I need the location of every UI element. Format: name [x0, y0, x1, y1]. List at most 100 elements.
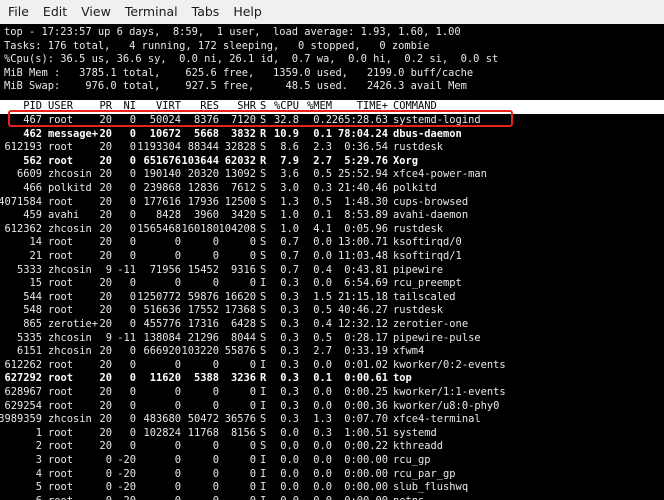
cell-shr: 32828 — [224, 141, 256, 154]
cell-shr: 7612 — [230, 182, 256, 194]
cell-res: 5388 — [193, 372, 219, 385]
cell-pid: 5333 — [16, 263, 42, 276]
cell-cmd: xfce4-power-man — [393, 168, 487, 181]
cell-mem: 0.5 — [313, 304, 332, 317]
cell-s: R — [260, 127, 267, 140]
cell-pid: 629254 — [4, 399, 42, 412]
cell-cpu: 0.3 — [280, 399, 299, 412]
cell-mem: 0.1 — [313, 372, 332, 385]
cell-ni: 0 — [129, 440, 136, 453]
cell-time: 0:00.00 — [344, 481, 388, 494]
cell-ni: -20 — [117, 454, 136, 466]
process-row: 865 zerotie+ 20 0 455776 17316 6428 S 0.3 0.4 12:3… — [0, 318, 664, 332]
cell-time: 0:00.00 — [344, 495, 388, 500]
cell-pid: 467 — [23, 114, 42, 126]
cell-mem: 1.5 — [313, 290, 332, 303]
cell-virt: 0 — [174, 467, 181, 480]
cell-user: root — [48, 495, 73, 500]
cell-user: root — [48, 481, 74, 494]
cell-ni: 0 — [129, 182, 136, 194]
cell-user: message+ — [48, 127, 99, 140]
terminal-output[interactable]: top - 17:23:57 up 6 days, 8:59, 1 user, … — [0, 24, 664, 500]
cell-cmd: rcu_preempt — [393, 277, 462, 290]
cell-ni: -11 — [117, 263, 136, 276]
cell-shr: 8156 — [230, 426, 256, 439]
menu-tabs[interactable]: Tabs — [185, 0, 227, 24]
cell-shr: 3420 — [230, 209, 256, 222]
cell-user: root — [48, 154, 74, 167]
cell-s: S — [260, 345, 267, 358]
menu-help[interactable]: Help — [226, 0, 269, 24]
cell-pr: 20 — [99, 236, 112, 249]
cell-pid: 6151 — [16, 345, 42, 358]
cell-mem: 0.0 — [313, 250, 332, 262]
menu-file[interactable]: File — [0, 0, 36, 24]
cell-res: 0 — [212, 440, 219, 453]
cell-pid: 3989359 — [0, 413, 42, 426]
cell-mem: 0.0 — [313, 481, 332, 494]
column-header-command: COMMAND — [393, 100, 437, 112]
cell-cmd: ksoftirqd/1 — [393, 250, 462, 262]
column-header-cpu: %CPU — [273, 100, 299, 112]
cell-cpu: 1.0 — [280, 209, 299, 222]
cell-pid: 865 — [23, 318, 42, 330]
cell-res: 20320 — [187, 168, 219, 181]
cell-cmd: slub_flushwq — [393, 481, 469, 494]
cell-cmd: pipewire-pulse — [393, 331, 481, 344]
cell-cpu: 0.3 — [280, 331, 299, 344]
cell-res: 21296 — [187, 331, 219, 344]
cell-pid: 459 — [23, 209, 42, 222]
cell-shr: 9316 — [230, 263, 256, 276]
cell-time: 265:28.63 — [331, 114, 388, 126]
cell-time: 0:43.81 — [344, 263, 388, 276]
cell-shr: 62032 — [224, 154, 256, 167]
cell-cmd: kthreadd — [393, 440, 444, 453]
cell-cpu: 0.0 — [280, 467, 299, 480]
cell-cmd: Xorg — [393, 154, 419, 167]
column-header-user: USER — [48, 100, 74, 112]
cell-res: 103644 — [181, 154, 219, 167]
cell-ni: 0 — [129, 236, 136, 249]
cell-pid: 5335 — [16, 331, 42, 344]
cell-pid: 612193 — [4, 141, 42, 154]
cell-pid: 627292 — [4, 372, 42, 385]
menu-view[interactable]: View — [74, 0, 118, 24]
menu-terminal[interactable]: Terminal — [118, 0, 185, 24]
cell-shr: 55876 — [224, 345, 256, 358]
cell-s: I — [260, 399, 267, 412]
cell-virt: 10672 — [149, 127, 181, 140]
process-row: 1 root 20 0 102824 11768 8156 S 0.0 0.3 1:00.51 sys… — [0, 427, 664, 441]
cell-cmd: tailscaled — [393, 290, 456, 303]
cell-cpu: 3.0 — [280, 182, 299, 194]
cell-mem: 0.0 — [313, 454, 332, 466]
cell-cpu: 0.0 — [280, 426, 299, 439]
process-row: 4071584 root 20 0 177616 17936 12500 S 1.3 0.5 1:4… — [0, 196, 664, 210]
menu-edit[interactable]: Edit — [36, 0, 74, 24]
cell-time: 0:33.19 — [344, 345, 388, 358]
cell-time: 78:04.24 — [337, 127, 388, 140]
cell-s: R — [260, 154, 267, 167]
cell-virt: 1193304 — [137, 141, 181, 154]
cell-user: zhcosin — [48, 168, 92, 181]
column-headers: PID USER PR NI VIRT RES SHR S %CPU %MEM TIME+ COMMA… — [0, 100, 664, 114]
cell-cmd: avahi-daemon — [393, 209, 469, 222]
cell-s: S — [260, 168, 267, 181]
cell-cmd: xfwm4 — [393, 345, 425, 358]
cell-ni: 0 — [129, 114, 136, 126]
cell-pr: 9 — [105, 263, 112, 276]
cell-res: 0 — [212, 467, 219, 480]
cell-pid: 3 — [35, 454, 42, 466]
process-row: 5335 zhcosin 9 -11 138084 21296 8044 S 0.3 0.5 0:2… — [0, 332, 664, 346]
process-row: 3989359 zhcosin 20 0 483680 50472 36576 S 0.3 1.3… — [0, 413, 664, 427]
cell-s: S — [260, 222, 267, 235]
cell-res: 11768 — [187, 426, 219, 439]
cell-user: avahi — [48, 209, 80, 222]
summary-tasks: Tasks: 176 total, 4 running, 172 sleepin… — [4, 39, 430, 52]
cell-ni: 0 — [129, 372, 136, 385]
cell-ni: -20 — [117, 495, 136, 500]
cell-ni: 0 — [129, 399, 136, 412]
cell-time: 1:00.51 — [344, 426, 388, 439]
cell-virt: 0 — [174, 481, 181, 494]
cell-user: zerotie+ — [48, 318, 99, 330]
cell-shr: 36576 — [224, 413, 256, 426]
